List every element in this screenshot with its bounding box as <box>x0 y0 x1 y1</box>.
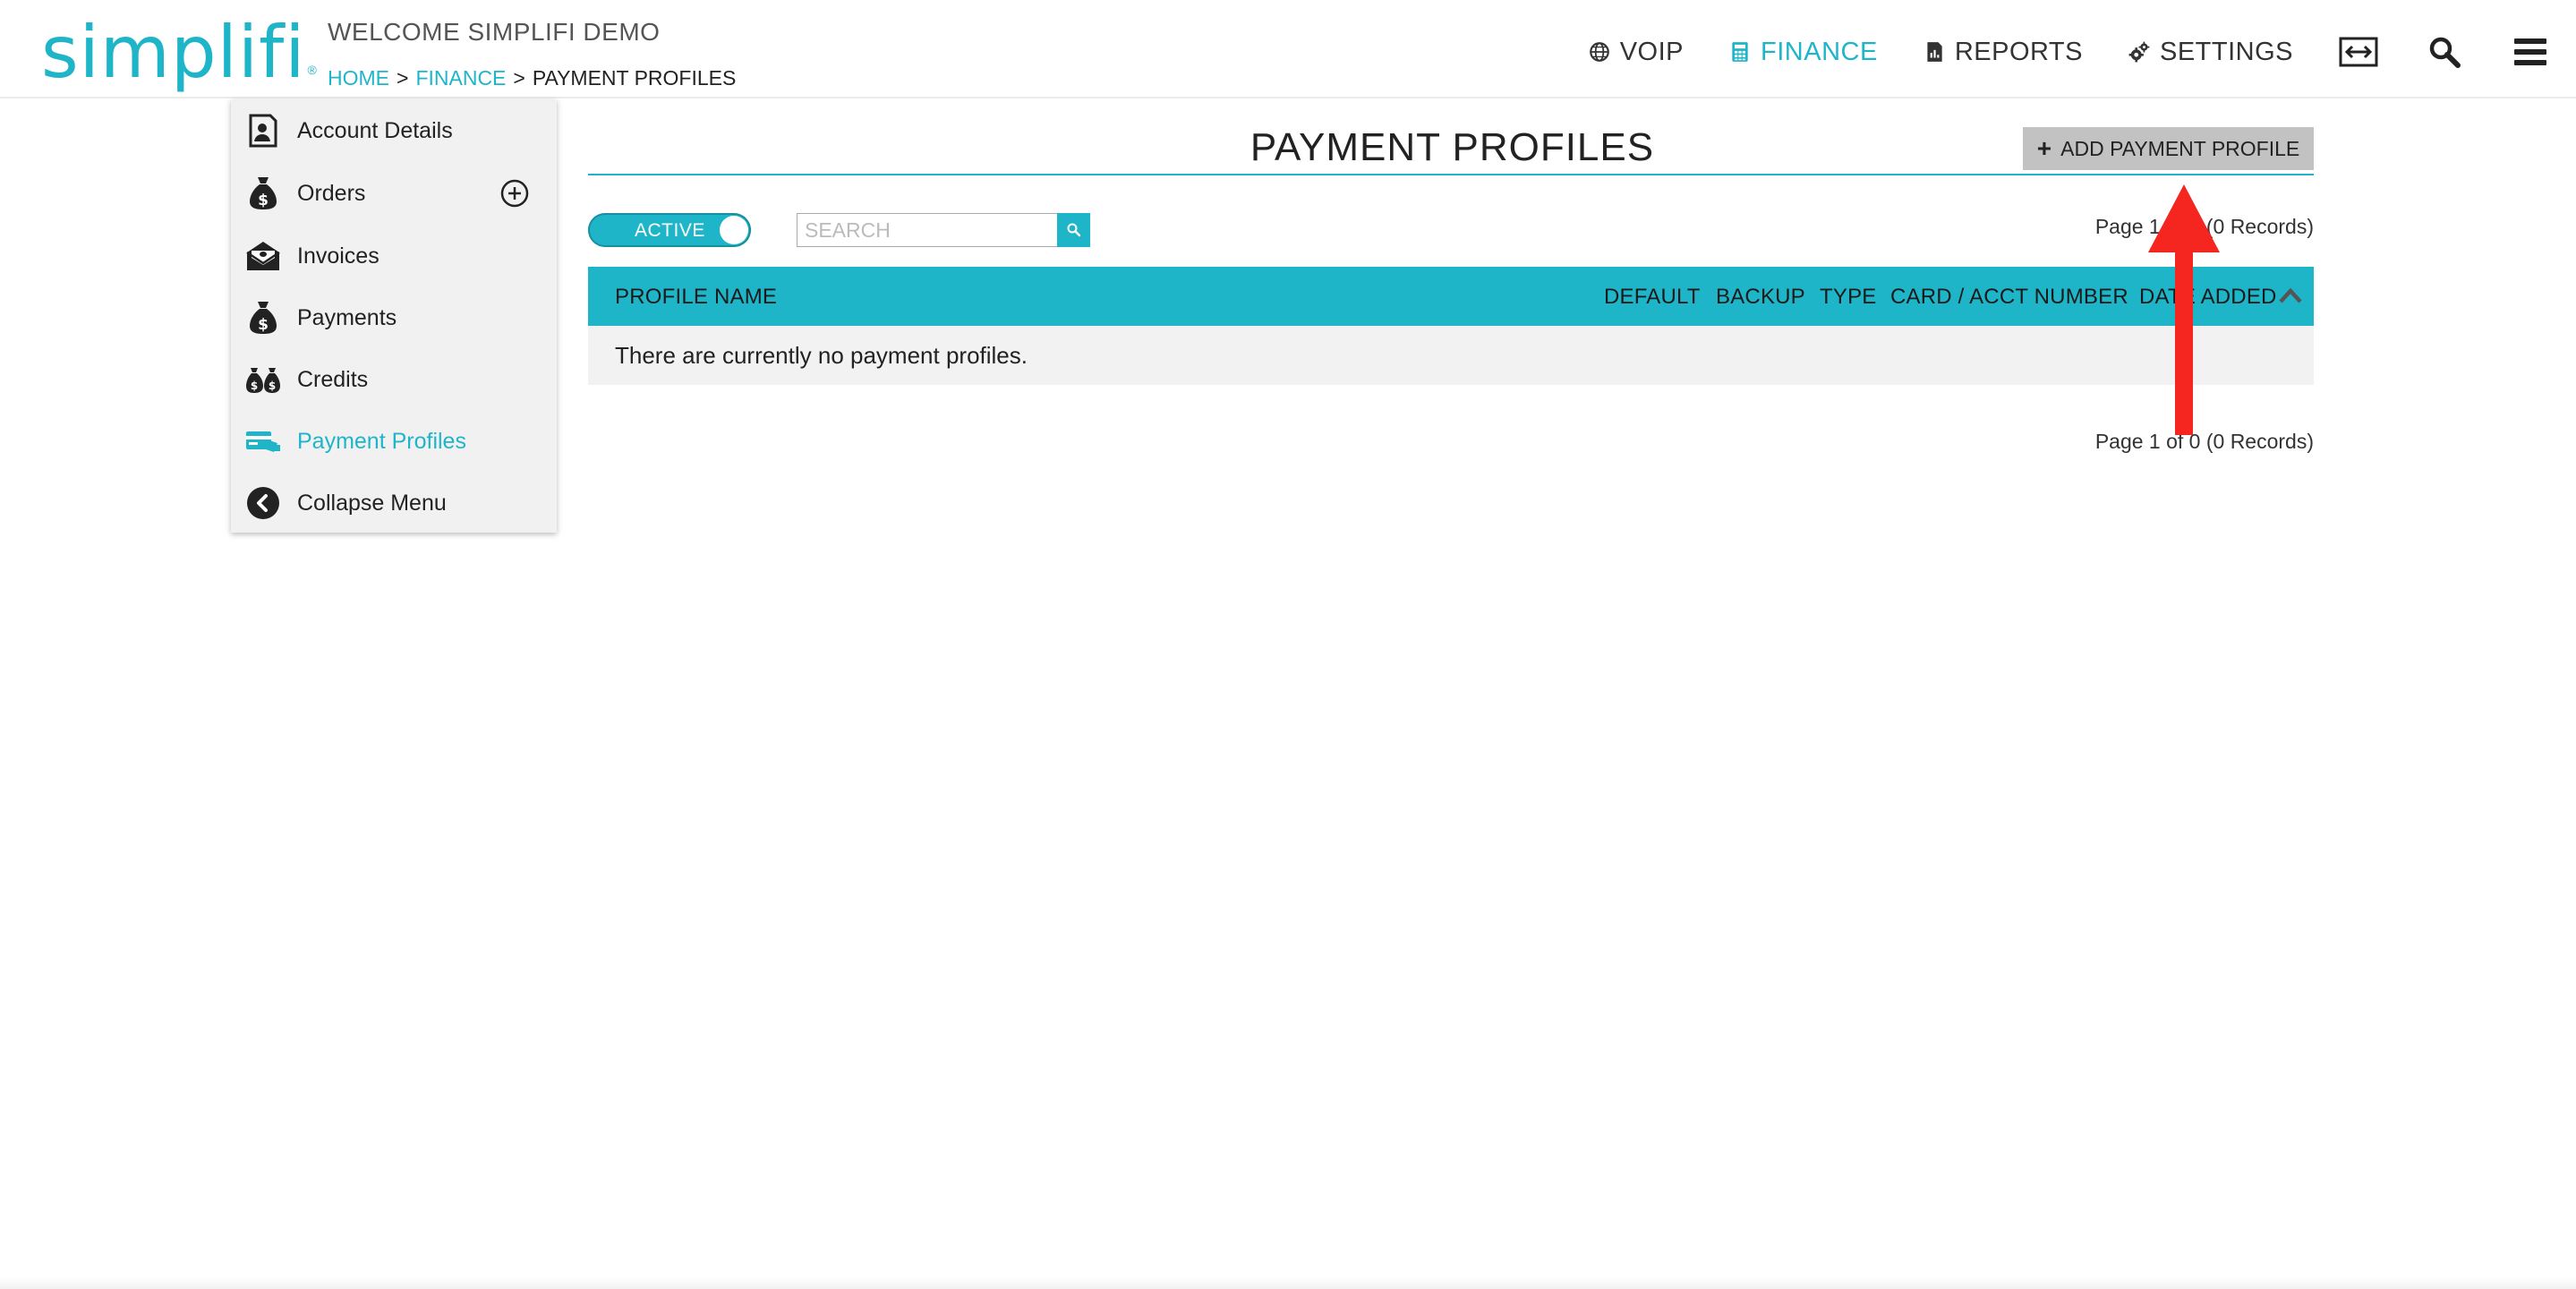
simplifi-logo[interactable]: simplifi ® <box>41 13 317 93</box>
nav-reports-label: REPORTS <box>1954 37 2083 66</box>
sidebar-item-label: Credits <box>297 366 369 392</box>
breadcrumb-current: PAYMENT PROFILES <box>532 66 737 90</box>
calculator-icon <box>1732 42 1748 62</box>
title-divider <box>588 174 2314 175</box>
globe-icon <box>1589 42 1609 62</box>
top-navigation: VOIP FINANCE REPORTS SETTINGS <box>1588 27 2576 77</box>
nav-voip-label: VOIP <box>1619 37 1685 66</box>
nav-reports[interactable]: REPORTS <box>1923 38 2083 67</box>
empty-table-message: There are currently no payment profiles. <box>615 342 1028 369</box>
sidebar-menu: Account Details $ Orders Invoices $ Paym… <box>231 99 557 533</box>
sidebar-collapse-menu[interactable]: Collapse Menu <box>231 474 557 533</box>
sidebar-item-payments[interactable]: $ Payments <box>231 288 557 347</box>
logo-registered-mark: ® <box>307 63 317 77</box>
sidebar-item-credits[interactable]: $ $ Credits <box>231 350 557 409</box>
expand-button[interactable] <box>2338 31 2379 73</box>
main-menu-button[interactable] <box>2510 31 2551 73</box>
breadcrumb: HOME > FINANCE > PAYMENT PROFILES <box>328 66 736 90</box>
nav-settings[interactable]: SETTINGS <box>2128 38 2293 67</box>
breadcrumb-separator: > <box>513 66 525 90</box>
search-submit-button[interactable] <box>1057 213 1090 247</box>
column-header-type[interactable]: TYPE <box>1820 285 1876 310</box>
svg-text:$: $ <box>251 380 258 392</box>
add-payment-profile-label: ADD PAYMENT PROFILE <box>2060 136 2300 160</box>
column-header-profile-name[interactable]: PROFILE NAME <box>615 285 777 310</box>
search-input[interactable] <box>797 213 1058 247</box>
page-bottom-edge <box>0 1276 2576 1289</box>
breadcrumb-separator: > <box>397 66 409 90</box>
payment-card-icon <box>245 423 281 459</box>
top-header: simplifi ® WELCOME SIMPLIFI DEMO HOME > FI… <box>0 0 2576 98</box>
search-icon <box>2429 37 2461 68</box>
money-bag-icon: $ <box>245 175 281 211</box>
nav-finance-label: FINANCE <box>1761 37 1878 66</box>
breadcrumb-home-link[interactable]: HOME <box>328 66 389 90</box>
svg-text:$: $ <box>258 192 269 209</box>
expand-arrows-icon <box>2339 37 2378 67</box>
search-box <box>797 213 1090 247</box>
sidebar-item-invoices[interactable]: Invoices <box>231 226 557 286</box>
column-header-card-acct-number[interactable]: CARD / ACCT NUMBER <box>1890 285 2128 310</box>
sidebar-item-label: Payment Profiles <box>297 428 466 454</box>
credits-bags-icon: $ $ <box>245 362 281 397</box>
table-empty-row: There are currently no payment profiles. <box>588 326 2314 385</box>
table-header: PROFILE NAME DEFAULT BACKUP TYPE CARD / … <box>588 267 2314 326</box>
annotation-arrow-icon <box>2148 184 2220 435</box>
nav-voip[interactable]: VOIP <box>1588 38 1684 67</box>
envelope-money-icon <box>245 238 281 274</box>
sidebar-item-label: Orders <box>297 180 366 206</box>
breadcrumb-finance-link[interactable]: FINANCE <box>415 66 506 90</box>
hamburger-menu-icon <box>2514 38 2546 65</box>
sidebar-item-label: Invoices <box>297 243 380 269</box>
plus-icon: + <box>2036 134 2052 162</box>
logo-text: simplifi <box>41 11 306 94</box>
sidebar-item-account-details[interactable]: Account Details <box>231 101 557 160</box>
active-toggle-label: ACTIVE <box>635 220 705 241</box>
column-header-default[interactable]: DEFAULT <box>1604 285 1701 310</box>
page-title: PAYMENT PROFILES <box>1250 125 1655 169</box>
search-icon <box>1067 223 1080 237</box>
search-button[interactable] <box>2424 31 2465 73</box>
svg-text:$: $ <box>269 380 276 392</box>
account-details-icon <box>245 113 281 149</box>
money-bag-icon: $ <box>245 300 281 336</box>
payment-profiles-table: PROFILE NAME DEFAULT BACKUP TYPE CARD / … <box>588 267 2314 385</box>
report-icon <box>1927 42 1942 62</box>
nav-settings-label: SETTINGS <box>2159 37 2293 66</box>
add-order-circle-icon[interactable] <box>499 178 530 209</box>
sidebar-item-label: Payments <box>297 304 397 330</box>
sidebar-item-payment-profiles[interactable]: Payment Profiles <box>231 412 557 471</box>
sidebar-item-label: Collapse Menu <box>297 490 447 516</box>
sort-ascending-icon[interactable] <box>2278 286 2303 304</box>
gears-icon <box>2128 41 2150 63</box>
sidebar-item-orders[interactable]: $ Orders <box>231 164 557 223</box>
column-header-backup[interactable]: BACKUP <box>1716 285 1805 310</box>
sidebar-item-label: Account Details <box>297 117 453 143</box>
nav-finance[interactable]: FINANCE <box>1728 38 1878 67</box>
add-payment-profile-button[interactable]: + ADD PAYMENT PROFILE <box>2023 127 2314 170</box>
welcome-text: WELCOME SIMPLIFI DEMO <box>328 18 661 46</box>
collapse-left-icon <box>245 485 281 521</box>
toggle-knob <box>720 216 748 244</box>
svg-text:$: $ <box>258 316 269 334</box>
active-toggle[interactable]: ACTIVE <box>588 213 751 247</box>
